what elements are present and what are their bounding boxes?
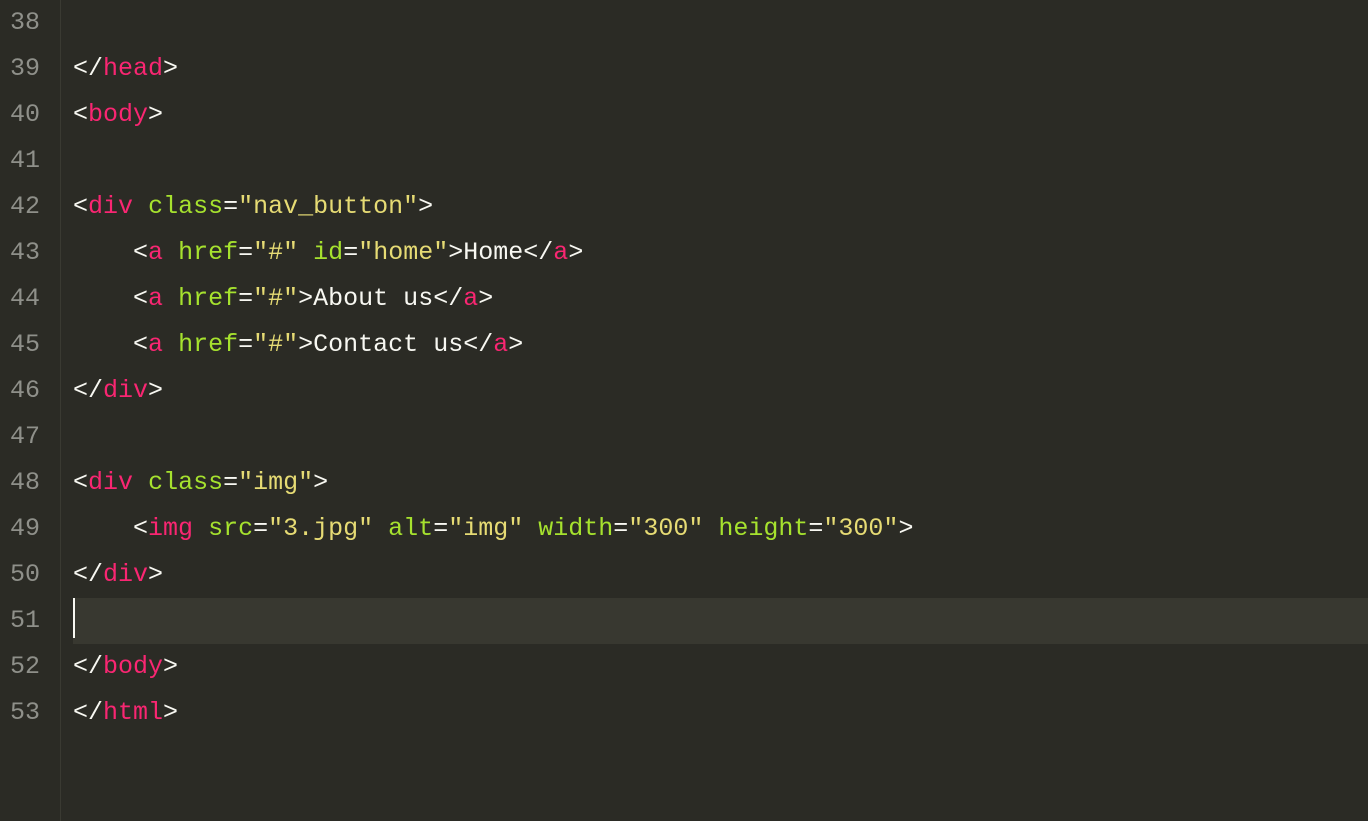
line-number: 45 [10, 322, 40, 368]
line-number: 42 [10, 184, 40, 230]
line-number: 50 [10, 552, 40, 598]
code-line-49[interactable]: <img src="3.jpg" alt="img" width="300" h… [73, 506, 1368, 552]
code-area[interactable]: </head> <body> <div class="nav_button"> … [61, 0, 1368, 821]
code-line-45[interactable]: <a href="#">Contact us</a> [73, 322, 1368, 368]
line-number: 53 [10, 690, 40, 736]
code-line-43[interactable]: <a href="#" id="home">Home</a> [73, 230, 1368, 276]
line-number: 46 [10, 368, 40, 414]
line-number: 44 [10, 276, 40, 322]
line-number: 38 [10, 0, 40, 46]
code-editor[interactable]: 38 39 40 41 42 43 44 45 46 47 48 49 50 5… [0, 0, 1368, 821]
code-line-38[interactable] [73, 0, 1368, 46]
code-line-41[interactable] [73, 138, 1368, 184]
gutter: 38 39 40 41 42 43 44 45 46 47 48 49 50 5… [0, 0, 61, 821]
line-number: 49 [10, 506, 40, 552]
code-line-51[interactable] [73, 598, 1368, 644]
line-number: 39 [10, 46, 40, 92]
code-line-40[interactable]: <body> [73, 92, 1368, 138]
code-line-42[interactable]: <div class="nav_button"> [73, 184, 1368, 230]
code-line-46[interactable]: </div> [73, 368, 1368, 414]
line-number: 43 [10, 230, 40, 276]
line-number: 40 [10, 92, 40, 138]
line-number: 51 [10, 598, 40, 644]
code-line-47[interactable] [73, 414, 1368, 460]
text-cursor [73, 598, 75, 638]
line-number: 47 [10, 414, 40, 460]
line-number: 52 [10, 644, 40, 690]
code-line-48[interactable]: <div class="img"> [73, 460, 1368, 506]
code-line-44[interactable]: <a href="#">About us</a> [73, 276, 1368, 322]
code-line-53[interactable]: </html> [73, 690, 1368, 736]
code-line-52[interactable]: </body> [73, 644, 1368, 690]
code-line-50[interactable]: </div> [73, 552, 1368, 598]
code-line-39[interactable]: </head> [73, 46, 1368, 92]
line-number: 48 [10, 460, 40, 506]
line-number: 41 [10, 138, 40, 184]
